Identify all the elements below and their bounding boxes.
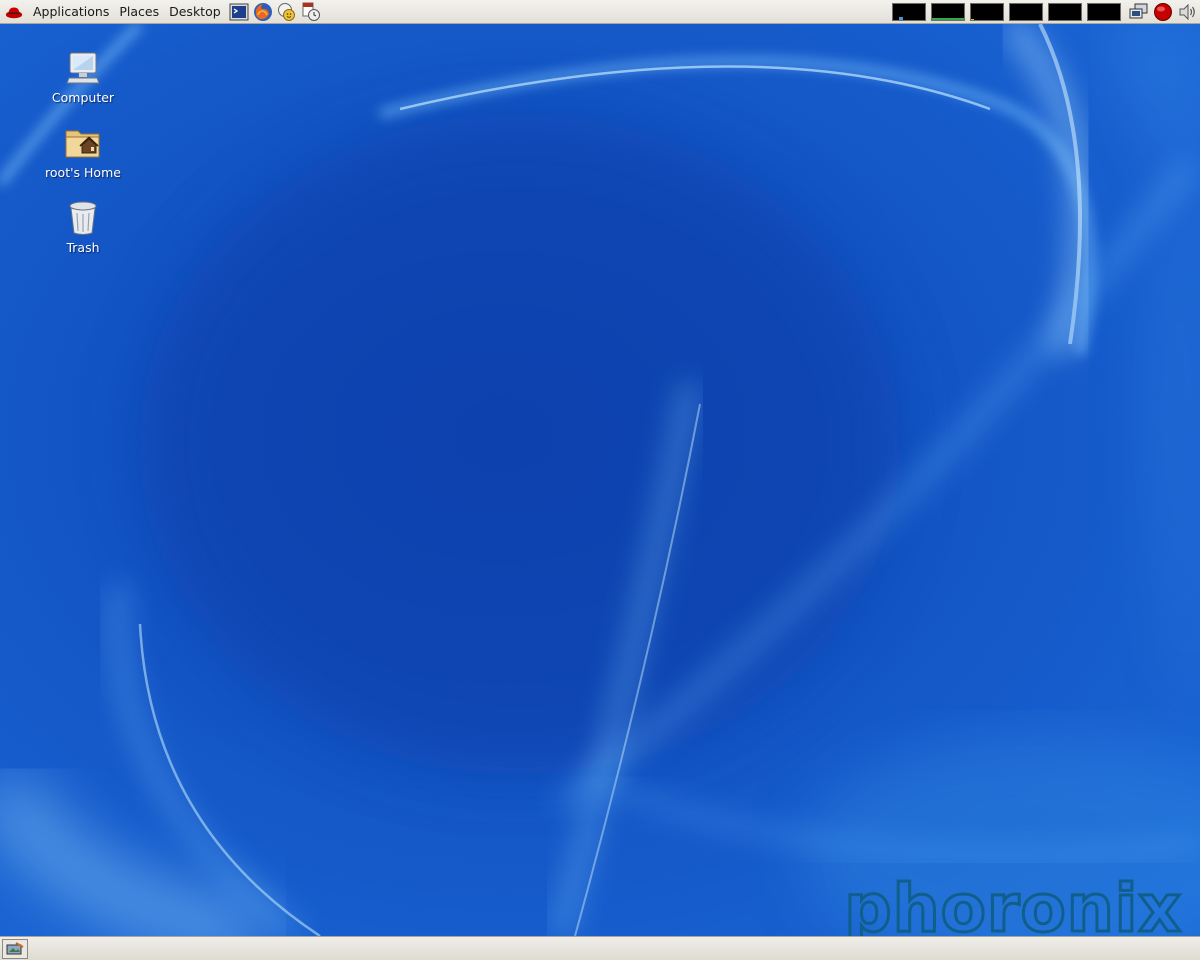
window-list[interactable]	[28, 937, 1200, 960]
network-status-icon[interactable]	[1128, 1, 1150, 23]
cpu-monitor[interactable]	[892, 2, 926, 21]
computer-icon	[66, 52, 100, 84]
home-folder-label: root's Home	[45, 165, 121, 180]
wallpaper	[0, 24, 1200, 936]
network-monitor[interactable]	[970, 2, 1004, 21]
home-folder-icon	[65, 130, 100, 158]
trash-label: Trash	[66, 240, 100, 255]
memory-monitor[interactable]	[931, 2, 965, 21]
update-notifier-icon[interactable]	[1152, 1, 1174, 23]
home-folder-desktop-icon[interactable]: root's Home	[33, 123, 133, 181]
trash-icon	[69, 201, 97, 235]
applications-menu[interactable]: Applications	[28, 1, 114, 23]
terminal-icon[interactable]	[228, 1, 250, 23]
desktop-menu[interactable]: Desktop	[164, 1, 226, 23]
top-panel: Applications Places Desktop	[0, 0, 1200, 24]
phoronix-watermark: phoronix	[843, 870, 1183, 936]
bottom-panel	[0, 936, 1200, 960]
redhat-logo-icon[interactable]	[5, 3, 23, 21]
load-monitor[interactable]	[1048, 2, 1082, 21]
desktop[interactable]: Computer root's Home Trash phoronix	[0, 24, 1200, 936]
document-clock-icon[interactable]	[300, 1, 322, 23]
evolution-mail-icon[interactable]	[276, 1, 298, 23]
memory-trace	[932, 17, 964, 20]
network-trace	[971, 18, 975, 20]
show-desktop-button[interactable]	[2, 938, 28, 959]
computer-desktop-icon[interactable]: Computer	[33, 48, 133, 106]
show-desktop-icon	[6, 941, 24, 954]
cpu-trace	[899, 16, 903, 20]
screen: Applications Places Desktop Computer roo…	[0, 0, 1200, 960]
disk-monitor[interactable]	[1087, 2, 1121, 21]
trash-desktop-icon[interactable]: Trash	[33, 198, 133, 256]
computer-label: Computer	[51, 90, 115, 105]
places-menu[interactable]: Places	[114, 1, 164, 23]
swap-monitor[interactable]	[1009, 2, 1043, 21]
volume-icon[interactable]	[1176, 1, 1198, 23]
firefox-icon[interactable]	[252, 1, 274, 23]
